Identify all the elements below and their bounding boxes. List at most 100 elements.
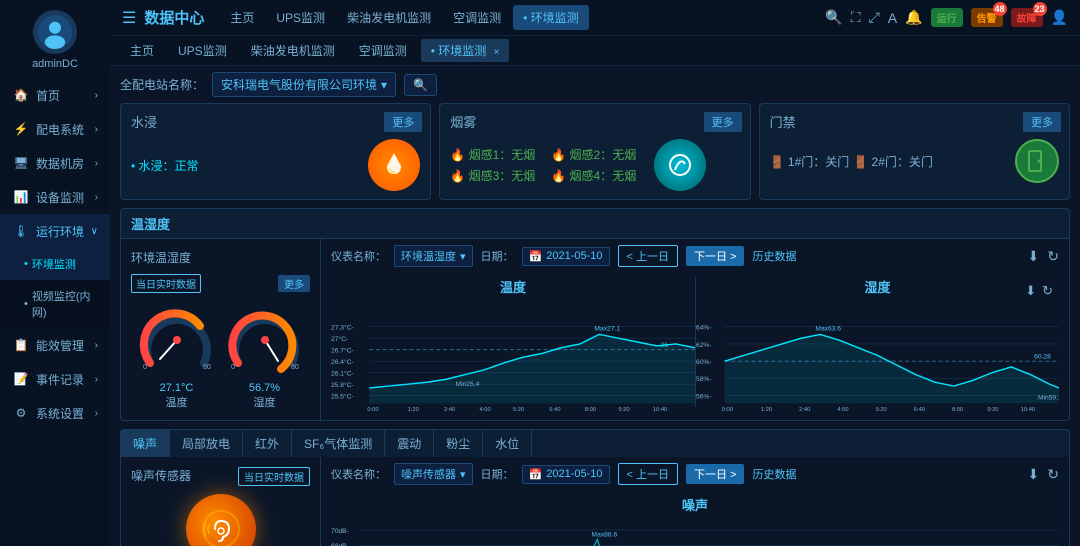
noise-left-title: 噪声传感器 bbox=[131, 467, 191, 484]
svg-text:58%-: 58%- bbox=[696, 376, 712, 383]
card-water-status: • 水浸：正常 bbox=[131, 157, 199, 174]
instrument-select-arrow: ▾ bbox=[460, 250, 466, 263]
nav-events[interactable]: 📝 事件记录 › bbox=[0, 362, 110, 396]
menu-icon[interactable]: ☰ bbox=[122, 8, 136, 28]
noise-download-icon[interactable]: ⬇ bbox=[1028, 466, 1040, 483]
tab-ups[interactable]: UPS监测 bbox=[168, 39, 237, 62]
noise-tabs: 噪声 局部放电 红外 SF₆气体监测 震动 粉尘 水位 bbox=[120, 429, 1070, 457]
date-select[interactable]: 📅 2021-05-10 bbox=[522, 247, 610, 266]
header-nav-ac[interactable]: 空调监测 bbox=[443, 5, 511, 30]
noise-right: 仪表名称： 噪声传感器 ▾ 日期： 📅 2021-05-10 < 上一日 下一日… bbox=[321, 457, 1069, 546]
nav-settings[interactable]: ⚙ 系统设置 › bbox=[0, 396, 110, 430]
humid-refresh-icon[interactable]: ↻ bbox=[1042, 283, 1053, 299]
noise-date-select[interactable]: 📅 2021-05-10 bbox=[522, 465, 610, 484]
nav-videomon[interactable]: 视频监控(内网) bbox=[0, 280, 110, 328]
font-icon[interactable]: A bbox=[888, 10, 897, 26]
date-select-value: 2021-05-10 bbox=[546, 250, 602, 262]
expand-icon[interactable]: ⤢ bbox=[869, 9, 880, 26]
station-search-btn[interactable]: 🔍 bbox=[404, 74, 437, 96]
header-nav-home[interactable]: 主页 bbox=[220, 5, 264, 30]
fullscreen-icon[interactable]: ⛶ bbox=[851, 9, 861, 26]
svg-text:0: 0 bbox=[231, 364, 235, 371]
badge-alarm: 告警48 bbox=[971, 8, 1003, 27]
refresh-icon[interactable]: ↻ bbox=[1047, 248, 1059, 265]
door-item-1: 🚪 1#门：关门 bbox=[770, 153, 850, 170]
svg-text:25.5°C-: 25.5°C- bbox=[331, 393, 354, 401]
nav-runtime[interactable]: 🌡 运行环境 ∨ bbox=[0, 214, 110, 248]
cards-row: 水浸 更多 • 水浸：正常 烟雾 更多 🔥 烟感1：无烟 bbox=[110, 103, 1080, 208]
header-nav-diesel[interactable]: 柴油发电机监测 bbox=[337, 5, 441, 30]
nav-envmon[interactable]: 环境监测 bbox=[0, 248, 110, 280]
gauge-panel: 环境温湿度 当日实时数据 更多 bbox=[121, 239, 321, 420]
next-day-btn[interactable]: 下一日 > bbox=[686, 246, 744, 266]
card-smoke-body: 🔥 烟感1：无烟 🔥 烟感2：无烟 🔥 烟感3：无烟 🔥 烟感4：无烟 bbox=[450, 139, 739, 191]
header-nav-env[interactable]: • 环境监测 bbox=[513, 5, 589, 30]
noise-tab-noise[interactable]: 噪声 bbox=[121, 430, 170, 457]
station-value: 安科瑞电气股份有限公司环境 bbox=[221, 76, 377, 93]
nav-home[interactable]: 🏠 首页 › bbox=[0, 78, 110, 112]
temp-section-title: 温湿度 bbox=[131, 214, 170, 233]
history-link[interactable]: 历史数据 bbox=[752, 248, 796, 264]
nav-power[interactable]: ⚡ 配电系统 › bbox=[0, 112, 110, 146]
svg-text:80: 80 bbox=[291, 364, 299, 371]
tab-diesel[interactable]: 柴油发电机监测 bbox=[241, 39, 345, 62]
svg-text:4:00: 4:00 bbox=[479, 407, 490, 413]
smoke-item-2: 🔥 烟感2：无烟 bbox=[551, 146, 636, 163]
humid-download-icon[interactable]: ⬇ bbox=[1025, 283, 1036, 299]
devicemon-icon: 📊 bbox=[12, 188, 30, 206]
svg-text:5:20: 5:20 bbox=[513, 407, 524, 413]
svg-text:0:00: 0:00 bbox=[367, 407, 378, 413]
nav-datacenter[interactable]: 🖥 数据机房 › bbox=[0, 146, 110, 180]
noise-refresh-icon[interactable]: ↻ bbox=[1047, 466, 1059, 483]
svg-text:25.8°C-: 25.8°C- bbox=[331, 381, 354, 389]
noise-tab-ir[interactable]: 红外 bbox=[243, 430, 292, 457]
nav-devicemon[interactable]: 📊 设备监测 › bbox=[0, 180, 110, 214]
humid-gauge: 0 80 56.7% 湿度 bbox=[226, 301, 304, 410]
svg-text:1:20: 1:20 bbox=[761, 407, 772, 413]
noise-prev-btn[interactable]: < 上一日 bbox=[618, 463, 678, 485]
tab-env-close[interactable]: × bbox=[494, 47, 500, 58]
power-icon: ⚡ bbox=[12, 120, 30, 138]
noise-tab-water[interactable]: 水位 bbox=[483, 430, 532, 457]
search-icon[interactable]: 🔍 bbox=[825, 9, 842, 26]
nav-runtime-arrow: ∨ bbox=[91, 226, 98, 237]
header-right: 🔍 ⛶ ⤢ A 🔔 运行 告警48 故障23 👤 bbox=[825, 8, 1068, 27]
card-water-more[interactable]: 更多 bbox=[384, 112, 422, 132]
badge-fault: 故障23 bbox=[1011, 8, 1043, 27]
station-select[interactable]: 安科瑞电气股份有限公司环境 ▾ bbox=[212, 72, 396, 97]
card-door-more[interactable]: 更多 bbox=[1023, 112, 1061, 132]
svg-text:Min59.1: Min59.1 bbox=[1038, 394, 1059, 401]
gauge-panel-badge-row: 当日实时数据 更多 bbox=[131, 274, 310, 293]
svg-text:6:40: 6:40 bbox=[914, 407, 925, 413]
tab-home[interactable]: 主页 bbox=[120, 39, 164, 62]
tab-ac[interactable]: 空调监测 bbox=[349, 39, 417, 62]
noise-tab-sf6[interactable]: SF₆气体监测 bbox=[292, 430, 385, 457]
header-nav-ups[interactable]: UPS监测 bbox=[266, 5, 335, 30]
download-icon[interactable]: ⬇ bbox=[1028, 248, 1040, 265]
temp-more-btn[interactable]: 更多 bbox=[278, 275, 310, 292]
bell-icon[interactable]: 🔔 bbox=[905, 9, 922, 26]
noise-instrument-select[interactable]: 噪声传感器 ▾ bbox=[394, 463, 473, 485]
events-icon: 📝 bbox=[12, 370, 30, 388]
header: ☰ 数据中心 主页 UPS监测 柴油发电机监测 空调监测 • 环境监测 🔍 ⛶ … bbox=[110, 0, 1080, 36]
noise-next-btn[interactable]: 下一日 > bbox=[686, 464, 744, 484]
nav-events-label: 事件记录 bbox=[36, 371, 84, 388]
noise-tab-partial[interactable]: 局部放电 bbox=[170, 430, 243, 457]
instrument-select[interactable]: 环境温湿度 ▾ bbox=[394, 245, 473, 267]
card-smoke-more[interactable]: 更多 bbox=[704, 112, 742, 132]
main-content: 主页 UPS监测 柴油发电机监测 空调监测 • 环境监测 × 全配电站名称： 安… bbox=[110, 36, 1080, 546]
nav-powermgmt[interactable]: 📋 能效管理 › bbox=[0, 328, 110, 362]
card-smoke: 烟雾 更多 🔥 烟感1：无烟 🔥 烟感2：无烟 🔥 烟感3：无烟 🔥 烟感4：无… bbox=[439, 103, 750, 200]
noise-tab-dust[interactable]: 粉尘 bbox=[434, 430, 483, 457]
noise-calendar-icon: 📅 bbox=[529, 468, 543, 481]
noise-icon-circle bbox=[186, 494, 256, 546]
noise-history-link[interactable]: 历史数据 bbox=[752, 466, 796, 482]
prev-day-btn[interactable]: < 上一日 bbox=[618, 245, 678, 267]
temp-title-bar: 温湿度 bbox=[120, 208, 1070, 239]
user-icon[interactable]: 👤 bbox=[1051, 9, 1068, 26]
tab-env[interactable]: • 环境监测 × bbox=[421, 39, 510, 62]
humid-gauge-label: 湿度 bbox=[226, 394, 304, 410]
water-icon-circle bbox=[368, 139, 420, 191]
svg-text:9:20: 9:20 bbox=[987, 407, 998, 413]
noise-tab-vibration[interactable]: 震动 bbox=[385, 430, 434, 457]
